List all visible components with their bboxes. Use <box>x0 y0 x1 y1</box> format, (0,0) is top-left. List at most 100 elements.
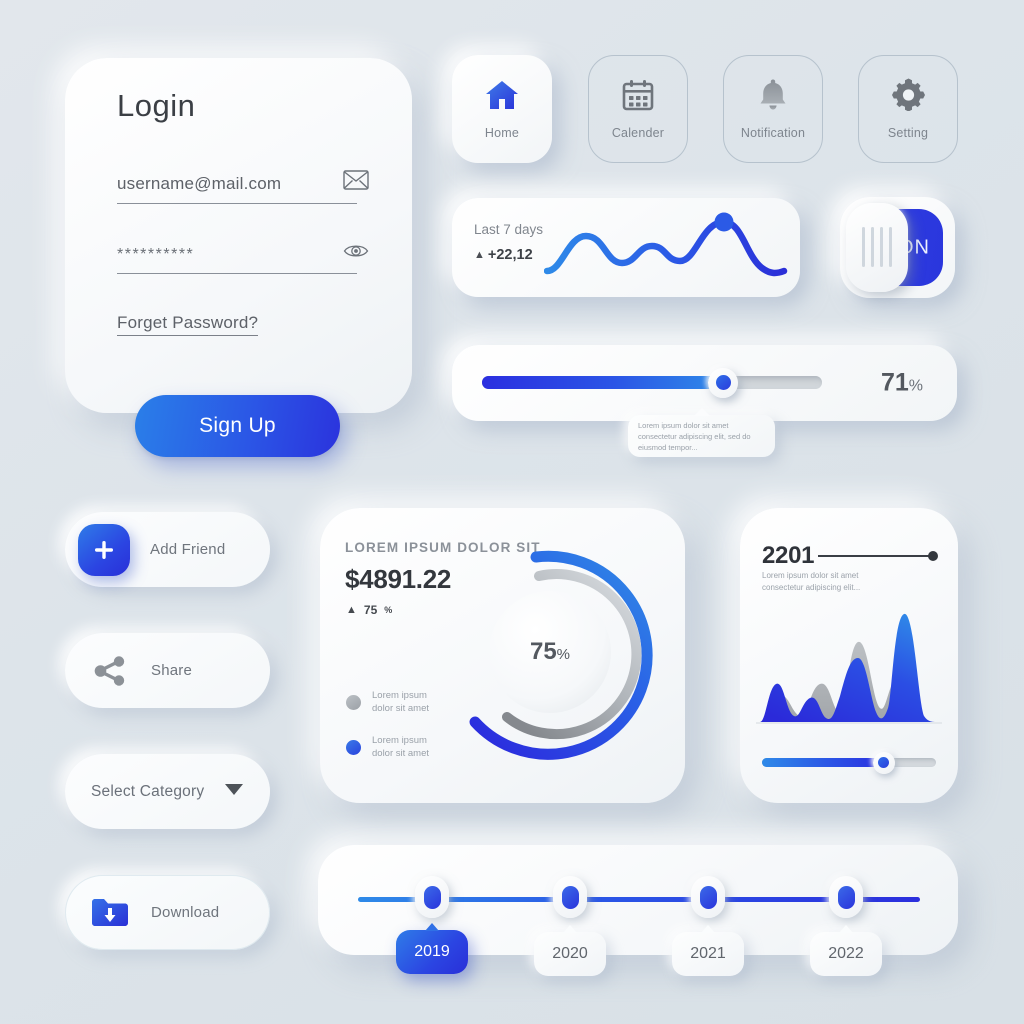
percent-symbol: % <box>556 646 571 663</box>
area-card-value: 2201 <box>762 542 815 569</box>
password-field[interactable]: ********** <box>117 245 369 274</box>
slider-tooltip-text: Lorem ipsum dolor sit amet consectetur a… <box>638 421 751 452</box>
eye-icon[interactable] <box>343 242 369 265</box>
email-underline <box>117 203 357 204</box>
timeline-node-2019[interactable] <box>415 876 449 918</box>
donut-stats-card: LOREM IPSUM DOLOR SIT $4891.22 ▲ 75% Lor… <box>320 508 685 803</box>
timeline-chip-label: 2021 <box>690 945 726 962</box>
add-friend-button[interactable]: Add Friend <box>65 512 270 587</box>
chip-pointer <box>425 923 439 931</box>
legend-label-line2: dolor sit amet <box>372 747 430 759</box>
timeline-node-2022[interactable] <box>829 876 863 918</box>
slider-value: 71% <box>881 369 923 398</box>
timeline-node-2021[interactable] <box>691 876 725 918</box>
chip-pointer <box>701 925 715 933</box>
home-icon <box>485 79 519 116</box>
download-button[interactable]: Download <box>65 875 270 950</box>
folder-download-icon <box>89 898 131 928</box>
email-field[interactable]: username@mail.com <box>117 170 369 204</box>
chevron-down-icon[interactable] <box>224 783 244 801</box>
power-toggle[interactable]: ON <box>840 197 955 298</box>
legend-label: Lorem ipsum dolor sit amet <box>372 735 429 761</box>
signup-button-label: Sign Up <box>199 414 276 437</box>
select-category-dropdown[interactable]: Select Category <box>65 754 270 829</box>
legend-label-line1: Lorem ipsum <box>372 735 427 746</box>
donut-legend-item: Lorem ipsum dolor sit amet <box>346 735 429 761</box>
grip-line-icon <box>862 227 865 267</box>
nav-button-calendar[interactable]: Calender <box>588 55 688 163</box>
nav-label-calendar: Calender <box>611 125 665 140</box>
timeline-chip-2019[interactable]: 2019 <box>396 923 468 974</box>
legend-dot-blue <box>346 740 361 756</box>
slider-value-number: 71 <box>880 368 909 397</box>
area-card-slider-track[interactable] <box>762 751 936 774</box>
donut-change-value: 75 <box>363 603 378 617</box>
legend-dot-gray <box>346 695 361 711</box>
password-value: ********** <box>117 246 195 263</box>
slider-handle[interactable] <box>708 367 739 398</box>
select-category-label: Select Category <box>91 782 205 800</box>
ui-kit-canvas: Login username@mail.com ********** Forge… <box>0 0 1024 1024</box>
sparkline-chart <box>544 212 788 277</box>
email-value: username@mail.com <box>117 174 282 193</box>
forget-password-link[interactable]: Forget Password? <box>117 313 259 336</box>
legend-label-line1: Lorem ipsum <box>372 690 427 701</box>
plus-icon <box>78 523 130 576</box>
timeline-chip-2022[interactable]: 2022 <box>810 925 882 976</box>
grip-line-icon <box>880 227 883 267</box>
legend-label: Lorem ipsum dolor sit amet <box>372 690 429 716</box>
envelope-icon[interactable] <box>343 170 369 195</box>
slider-tooltip: Lorem ipsum dolor sit amet consectetur a… <box>628 408 775 457</box>
chip-pointer <box>839 925 853 933</box>
share-button[interactable]: Share <box>65 633 270 708</box>
nav-label-setting: Setting <box>887 126 929 140</box>
timeline-chip-2021[interactable]: 2021 <box>672 925 744 976</box>
timeline-node-dot <box>837 885 855 909</box>
calendar-icon <box>622 79 654 116</box>
timeline-chip-label: 2020 <box>552 945 588 962</box>
area-card-subtitle: Lorem ipsum dolor sit amet consectetur a… <box>762 571 861 592</box>
share-label: Share <box>151 662 193 679</box>
timeline-node-dot <box>561 885 579 909</box>
page-title: Login <box>117 88 196 123</box>
download-label: Download <box>151 904 220 921</box>
grip-line-icon <box>871 227 874 267</box>
nav-label-notification: Notification <box>740 126 806 140</box>
nav-button-home[interactable]: Home <box>452 55 552 163</box>
percent-symbol: % <box>908 377 923 395</box>
timeline-node-2020[interactable] <box>553 876 587 918</box>
slider-track[interactable] <box>482 367 822 398</box>
slider-handle-dot <box>878 757 890 768</box>
bell-icon <box>758 78 788 116</box>
add-friend-label: Add Friend <box>150 541 226 558</box>
login-card: Login username@mail.com ********** Forge… <box>65 58 412 413</box>
slider-fill <box>482 376 724 389</box>
password-underline <box>117 273 357 274</box>
timeline-chip-label: 2022 <box>828 945 864 962</box>
percent-symbol: % <box>384 605 393 615</box>
grip-line-icon <box>889 227 892 267</box>
sparkline-delta-value: +22,12 <box>487 247 533 263</box>
sparkline-period-label: Last 7 days <box>474 222 544 237</box>
nav-label-home: Home <box>484 125 520 140</box>
nav-button-setting[interactable]: Setting <box>858 55 958 163</box>
triangle-up-icon: ▲ <box>346 604 357 616</box>
timeline-chip-label: 2019 <box>414 943 450 960</box>
legend-label-line2: dolor sit amet <box>372 702 430 714</box>
nav-button-notification[interactable]: Notification <box>723 55 823 163</box>
signup-button[interactable]: Sign Up <box>135 395 340 457</box>
timeline-node-dot <box>699 885 717 909</box>
timeline-chip-2020[interactable]: 2020 <box>534 925 606 976</box>
area-card-slider-handle[interactable] <box>872 751 895 774</box>
sparkline-card: Last 7 days ▲ +22,12 <box>452 198 800 297</box>
gear-icon <box>891 78 925 116</box>
area-chart-card: 2201 Lorem ipsum dolor sit amet consecte… <box>740 508 958 803</box>
triangle-up-icon: ▲ <box>474 249 485 261</box>
donut-center-number: 75 <box>529 638 557 665</box>
area-card-headline-rule <box>818 551 938 561</box>
share-icon <box>89 655 131 687</box>
toggle-knob[interactable] <box>846 203 908 292</box>
chip-pointer <box>563 925 577 933</box>
donut-card-change: ▲ 75% <box>346 603 392 617</box>
area-card-slider-fill <box>762 758 884 767</box>
